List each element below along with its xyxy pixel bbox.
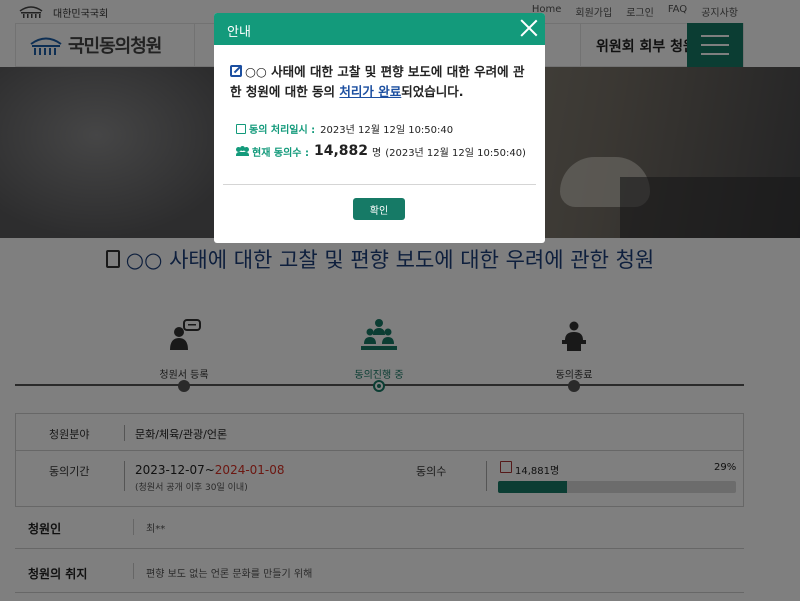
modal-title: 안내	[227, 25, 251, 40]
current-count-row: 현재 동의수 : 14,882 명 (2023년 12월 12일 10:50:4…	[236, 143, 526, 159]
current-count-value: 14,882	[313, 143, 368, 159]
modal-message: ○○ 사태에 대한 고찰 및 편향 보도에 대한 우려에 관한 청원에 대한 동…	[230, 62, 535, 102]
close-icon[interactable]	[520, 19, 538, 37]
calendar-icon	[236, 123, 246, 134]
current-count-unit: 명	[372, 147, 382, 159]
processed-link[interactable]: 처리가 완료	[339, 84, 401, 99]
current-count-label: 현재 동의수 :	[252, 147, 309, 159]
notice-modal: 안내 ○○ 사태에 대한 고찰 및 편향 보도에 대한 우려에 관한 청원에 대…	[214, 13, 545, 243]
users-icon	[236, 146, 249, 156]
edit-icon	[230, 65, 242, 77]
processed-datetime-row: 동의 처리일시 : 2023년 12월 12일 10:50:40	[236, 121, 453, 136]
confirm-button[interactable]: 확인	[353, 198, 405, 220]
current-count-time: (2023년 12월 12일 10:50:40)	[385, 147, 526, 159]
message-text-2: 되었습니다.	[401, 84, 464, 99]
processed-value: 2023년 12월 12일 10:50:40	[320, 125, 454, 136]
processed-label: 동의 처리일시 :	[249, 125, 316, 136]
modal-divider	[223, 184, 536, 185]
modal-header: 안내	[214, 13, 545, 45]
